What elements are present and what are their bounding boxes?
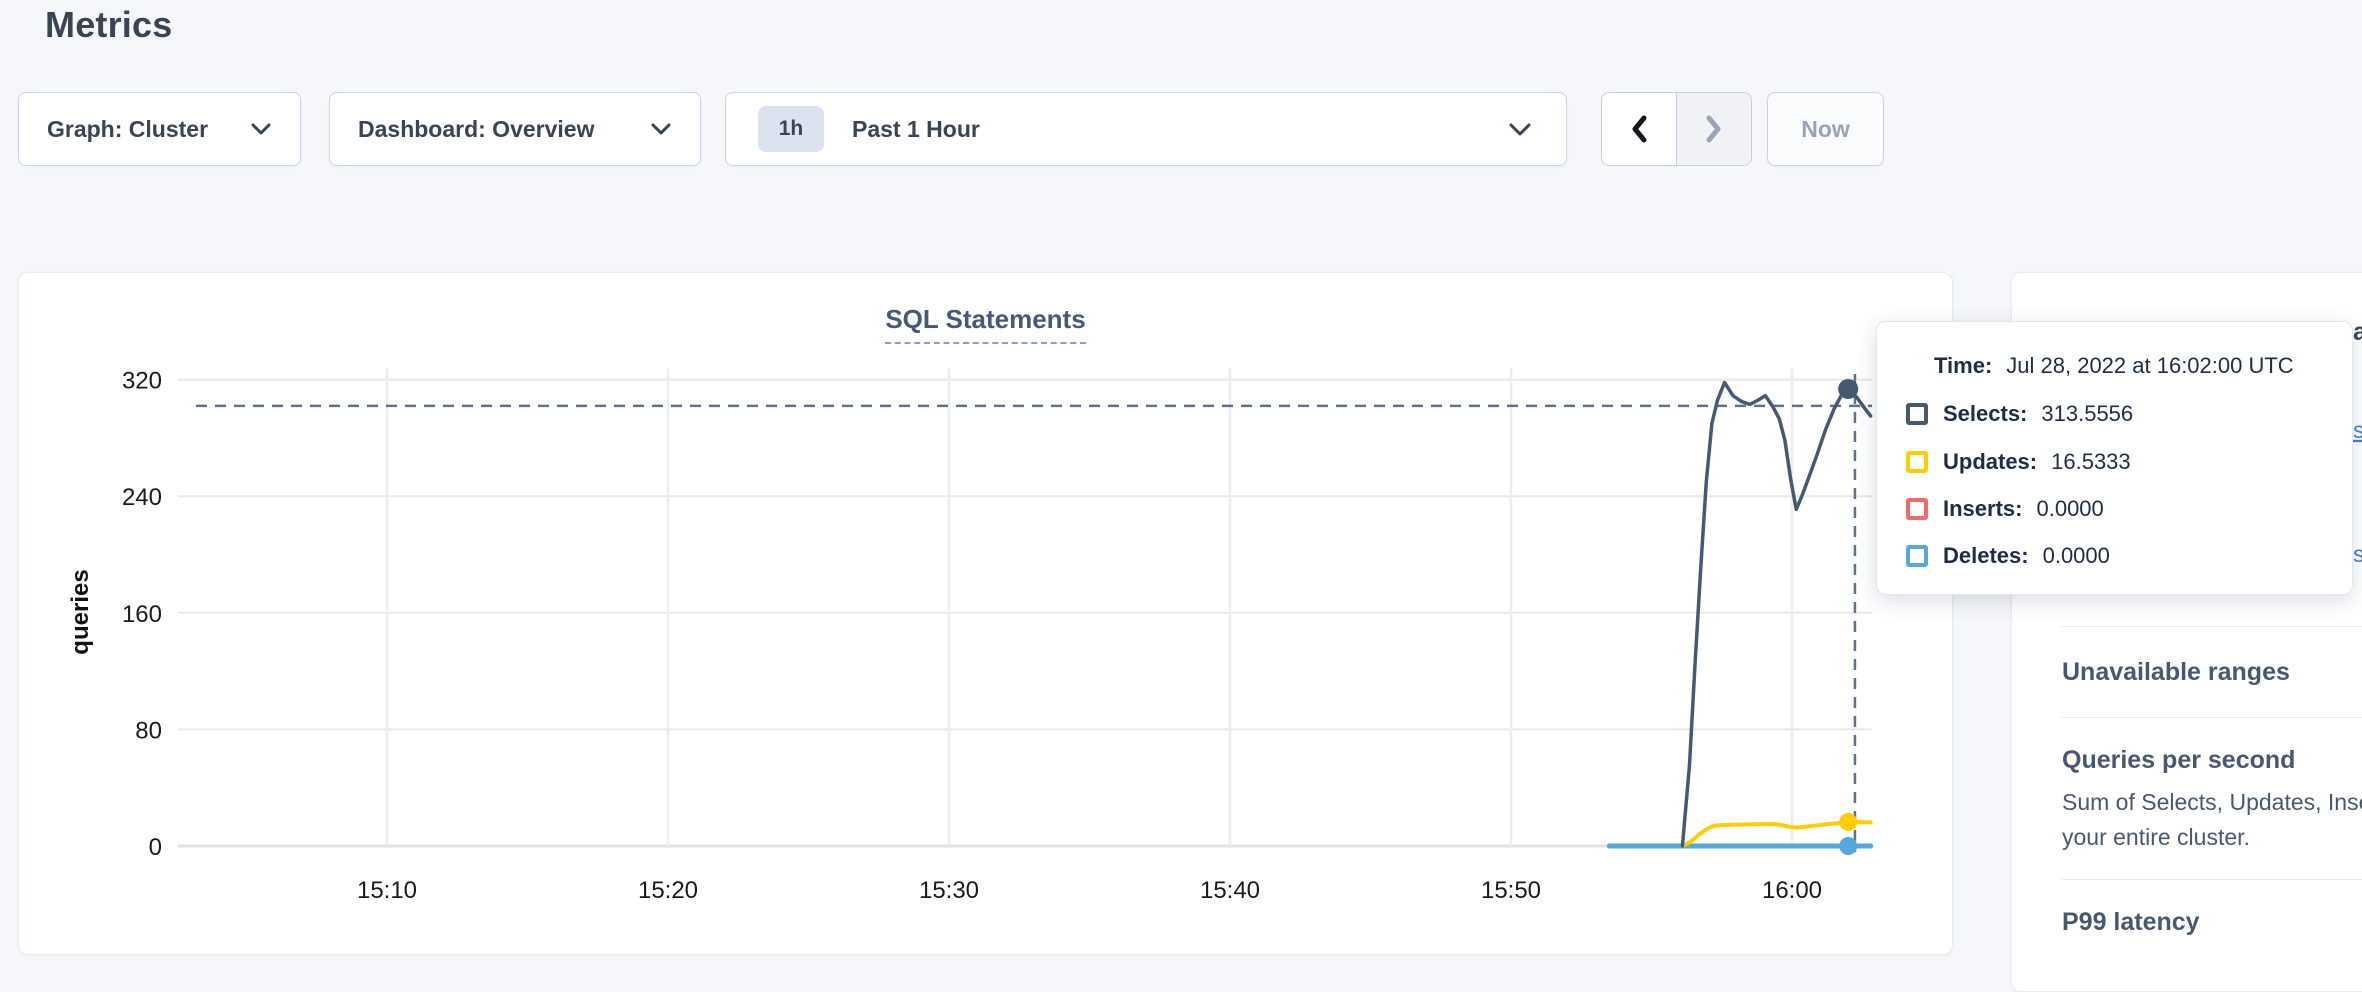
chevron-down-icon	[1508, 122, 1532, 137]
tooltip-time-label: Time:	[1934, 353, 1992, 378]
now-button[interactable]: Now	[1767, 92, 1884, 166]
tooltip-series-label: Selects:	[1943, 401, 2027, 427]
deletes-series-swatch-icon	[1906, 545, 1928, 567]
clipped-text-fragment: a	[2353, 318, 2362, 347]
chart-title-wrap: SQL Statements	[18, 304, 1953, 344]
chevron-left-icon	[1630, 115, 1648, 143]
tooltip-series-value: 0.0000	[2043, 543, 2110, 569]
sidebar-divider	[2062, 717, 2362, 718]
tooltip-series-value: 313.5556	[2041, 401, 2133, 427]
graph-dropdown-label: Graph: Cluster	[47, 116, 208, 143]
page-title: Metrics	[45, 4, 172, 46]
tooltip-row-updates: Updates: 16.5333	[1906, 449, 2131, 475]
inserts-series-swatch-icon	[1906, 498, 1928, 520]
sidebar-divider	[2062, 626, 2362, 627]
now-button-label: Now	[1801, 116, 1850, 143]
chevron-right-icon	[1705, 115, 1723, 143]
chevron-down-icon	[250, 122, 272, 136]
tooltip-series-label: Updates:	[1943, 449, 2037, 475]
chart-title[interactable]: SQL Statements	[885, 304, 1085, 344]
tooltip-time-row: Time: Jul 28, 2022 at 16:02:00 UTC	[1934, 353, 2294, 379]
previous-time-button[interactable]	[1602, 93, 1676, 165]
chevron-down-icon	[650, 122, 672, 136]
time-range-badge: 1h	[758, 106, 824, 152]
time-range-label: Past 1 Hour	[852, 116, 1508, 143]
tooltip-series-value: 0.0000	[2036, 496, 2103, 522]
tooltip-series-label: Inserts:	[1943, 496, 2022, 522]
clipped-link-fragment: s	[2353, 541, 2362, 568]
tooltip-row-inserts: Inserts: 0.0000	[1906, 496, 2104, 522]
sidebar-heading-queries-per-second: Queries per second	[2062, 746, 2295, 775]
updates-series-swatch-icon	[1906, 451, 1928, 473]
tooltip-time-value: Jul 28, 2022 at 16:02:00 UTC	[2006, 353, 2293, 378]
tooltip-row-selects: Selects: 313.5556	[1906, 401, 2133, 427]
sidebar-description-line: your entire cluster.	[2062, 824, 2362, 851]
clipped-link-fragment: s	[2353, 417, 2362, 444]
tooltip-row-deletes: Deletes: 0.0000	[1906, 543, 2110, 569]
sidebar-heading-p99-latency: P99 latency	[2062, 908, 2200, 937]
time-step-button-group	[1601, 92, 1752, 166]
dashboard-dropdown-label: Dashboard: Overview	[358, 116, 594, 143]
sql-statements-chart-card	[18, 272, 1953, 955]
tooltip-series-label: Deletes:	[1943, 543, 2029, 569]
dashboard-dropdown[interactable]: Dashboard: Overview	[329, 92, 701, 166]
time-range-selector[interactable]: 1h Past 1 Hour	[725, 92, 1567, 166]
sidebar-divider	[2062, 879, 2362, 880]
graph-dropdown[interactable]: Graph: Cluster	[18, 92, 301, 166]
tooltip-series-value: 16.5333	[2051, 449, 2131, 475]
sidebar-heading-unavailable-ranges: Unavailable ranges	[2062, 658, 2290, 687]
chart-tooltip: Time: Jul 28, 2022 at 16:02:00 UTC Select…	[1876, 321, 2353, 595]
sidebar-description-line: Sum of Selects, Updates, Inser	[2062, 789, 2362, 816]
selects-series-swatch-icon	[1906, 403, 1928, 425]
next-time-button[interactable]	[1676, 93, 1751, 165]
